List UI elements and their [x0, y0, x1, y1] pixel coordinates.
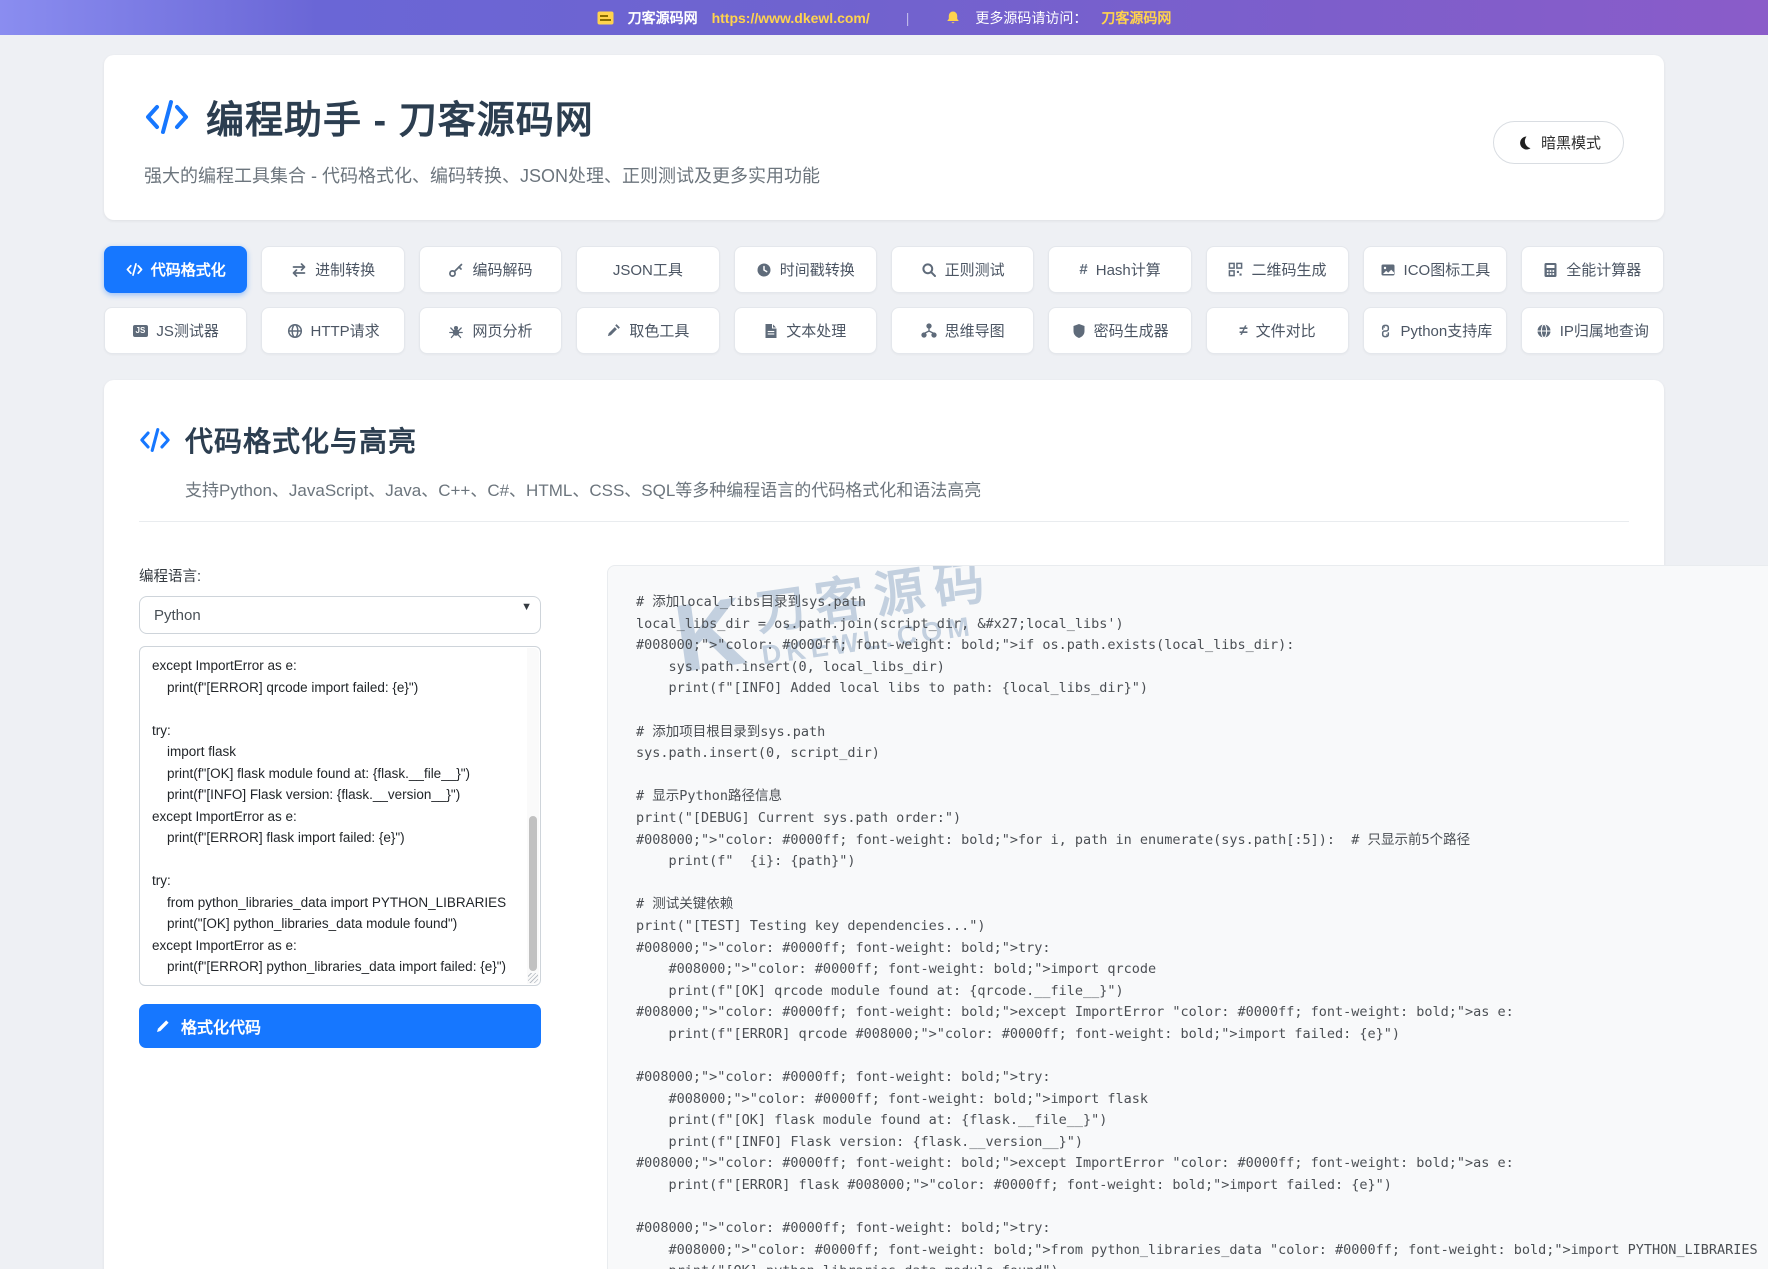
scrollbar-thumb[interactable]: [529, 816, 537, 971]
key-icon: [448, 262, 464, 278]
tool-button-webpage-analyze[interactable]: 网页分析: [418, 307, 563, 354]
chevron-down-icon: ▼: [521, 601, 532, 613]
tool-button-code-format[interactable]: 代码格式化: [104, 246, 248, 293]
tool-button-text-process[interactable]: 文本处理: [733, 307, 877, 354]
file-text-icon: [764, 323, 778, 339]
search-icon: [921, 262, 937, 278]
site-logo-icon: [597, 11, 614, 25]
spider-icon: [448, 323, 464, 339]
not-equal-icon: ≠: [1239, 322, 1248, 339]
language-selected-value: Python: [154, 606, 201, 624]
hash-icon: #: [1079, 261, 1088, 278]
section-title: 代码格式化与高亮: [185, 426, 418, 457]
formatter-input-column: 编程语言: Python ▼ except ImportError as e: …: [139, 565, 541, 1269]
formatted-code-output: # 添加local_libs目录到sys.path local_libs_dir…: [636, 594, 1758, 1269]
pencil-icon: [155, 1018, 171, 1034]
formatter-output-column: K 刀客源码 DKEWL.COM # 添加local_libs目录到sys.pa…: [607, 565, 1768, 1269]
qrcode-icon: [1228, 262, 1243, 277]
tool-button-ip-lookup[interactable]: IP归属地查询: [1520, 307, 1664, 354]
calculator-icon: [1543, 262, 1558, 278]
tool-nav: 代码格式化 进制转换 编码解码 JSON工具 时间戳转换 正则测试 # Hash…: [104, 246, 1664, 354]
tool-button-http-request[interactable]: HTTP请求: [261, 307, 405, 354]
tool-button-hash-calc[interactable]: # Hash计算: [1048, 246, 1192, 293]
formatted-output-panel: K 刀客源码 DKEWL.COM # 添加local_libs目录到sys.pa…: [607, 565, 1768, 1269]
tool-button-js-tester[interactable]: JS JS测试器: [104, 307, 248, 354]
section-header: 代码格式化与高亮: [139, 420, 1629, 460]
bell-icon: [945, 10, 961, 26]
image-icon: [1380, 262, 1396, 278]
page-subtitle: 强大的编程工具集合 - 代码格式化、编码转换、JSON处理、正则测试及更多实用功…: [144, 166, 820, 186]
tool-button-base-convert[interactable]: 进制转换: [261, 246, 405, 293]
section-subtitle: 支持Python、JavaScript、Java、C++、C#、HTML、CSS…: [139, 476, 1629, 522]
globe-icon: [287, 323, 303, 339]
globe-icon: [1536, 323, 1552, 339]
page-title-row: 编程助手 - 刀客源码网: [144, 89, 1624, 144]
topbar-divider: |: [905, 9, 910, 26]
tool-button-json-tools[interactable]: JSON工具: [576, 246, 720, 293]
resize-handle[interactable]: [528, 973, 538, 983]
tool-button-file-diff[interactable]: ≠ 文件对比: [1205, 307, 1350, 354]
tool-button-encode-decode[interactable]: 编码解码: [418, 246, 563, 293]
tool-button-calculator[interactable]: 全能计算器: [1520, 246, 1664, 293]
textarea-scrollbar[interactable]: [527, 648, 539, 984]
code-formatter-panel: 代码格式化与高亮 支持Python、JavaScript、Java、C++、C#…: [104, 380, 1768, 1269]
topbar: 刀客源码网 https://www.dkewl.com/ | 更多源码请访问： …: [0, 0, 1768, 35]
code-input-wrapper: except ImportError as e: print(f"[ERROR]…: [139, 646, 541, 986]
moon-icon: [1516, 135, 1532, 151]
tool-button-password-generator[interactable]: 密码生成器: [1048, 307, 1192, 354]
dark-mode-label: 暗黑模式: [1540, 135, 1601, 152]
format-code-button[interactable]: 格式化代码: [139, 1004, 541, 1048]
tool-button-regex-test[interactable]: 正则测试: [890, 246, 1035, 293]
code-icon: [126, 262, 143, 277]
topbar-site-url-link[interactable]: https://www.dkewl.com/: [712, 10, 870, 26]
page-header: 编程助手 - 刀客源码网 强大的编程工具集合 - 代码格式化、编码转换、JSON…: [104, 55, 1664, 220]
dark-mode-button[interactable]: 暗黑模式: [1492, 121, 1624, 164]
tool-button-qrcode-generate[interactable]: 二维码生成: [1205, 246, 1350, 293]
tool-button-timestamp-convert[interactable]: 时间戳转换: [733, 246, 877, 293]
topbar-more-link[interactable]: 刀客源码网: [1101, 8, 1171, 28]
eyedropper-icon: [606, 323, 621, 338]
exchange-icon: [291, 262, 307, 278]
js-icon: JS: [132, 324, 149, 337]
tool-button-ico-icon-tools[interactable]: ICO图标工具: [1363, 246, 1507, 293]
format-button-label: 格式化代码: [181, 1020, 262, 1037]
topbar-site-name: 刀客源码网: [627, 9, 698, 26]
shield-icon: [1072, 323, 1086, 339]
language-select[interactable]: Python ▼: [139, 596, 541, 634]
tool-button-python-libs[interactable]: Python支持库: [1363, 307, 1507, 354]
tool-button-mindmap[interactable]: 思维导图: [890, 307, 1035, 354]
tool-button-color-picker[interactable]: 取色工具: [576, 307, 720, 354]
code-icon: [144, 97, 190, 137]
topbar-more-text: 更多源码请访问：: [975, 9, 1088, 26]
sitemap-icon: [921, 323, 937, 338]
code-icon: [139, 426, 171, 454]
source-code-input[interactable]: except ImportError as e: print(f"[ERROR]…: [139, 646, 541, 986]
clock-icon: [756, 262, 772, 278]
python-icon: [1378, 323, 1393, 339]
page-title: 编程助手 - 刀客源码网: [206, 100, 594, 142]
language-label: 编程语言:: [139, 569, 202, 585]
